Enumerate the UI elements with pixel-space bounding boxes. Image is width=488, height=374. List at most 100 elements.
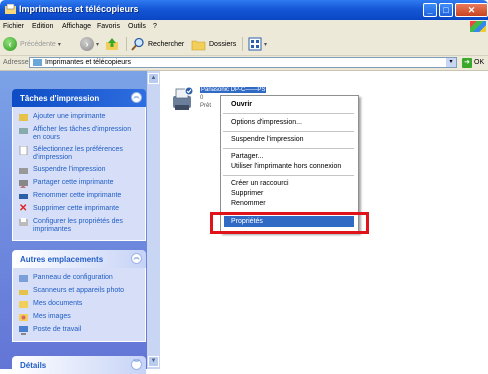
close-button[interactable]: ✕ [455,3,488,17]
delete-icon: ✕ [19,203,28,214]
menu-item-rename[interactable]: Renommer [231,200,266,207]
details-header[interactable]: Détails ︾ [12,356,146,374]
task-add-printer[interactable]: Ajouter une imprimante [13,111,145,124]
share-printer-icon [19,180,28,188]
search-label: Rechercher [148,40,185,48]
highlight-box [210,212,369,234]
preferences-icon [19,146,28,155]
my-computer-icon [19,326,28,335]
folders-button[interactable]: Dossiers [191,36,236,52]
task-pause[interactable]: Suspendre l'impression [13,164,145,177]
menu-separator [223,148,354,149]
task-delete[interactable]: ✕ Supprimer cette imprimante [13,203,145,216]
menu-view[interactable]: Affichage [62,23,91,30]
chevron-down-icon[interactable]: ▾ [58,41,61,48]
menu-help[interactable]: ? [153,23,157,30]
tasks-panel-header[interactable]: Tâches d'impression ︽ [12,89,146,107]
address-label: Adresse [3,59,29,66]
toolbar: ‹ Précédente ▾ › ▾ Rechercher Dossiers ▾ [0,33,488,56]
menu-item-share[interactable]: Partager... [231,153,263,160]
menu-item-pause[interactable]: Suspendre l'impression [231,136,304,143]
go-button[interactable]: OK [474,59,484,66]
task-pane: Tâches d'impression ︽ Ajouter une imprim… [0,71,160,374]
collapse-icon[interactable]: ︽ [131,92,142,103]
views-button[interactable]: ▾ [248,36,267,52]
chevron-down-icon[interactable]: ▾ [264,41,267,48]
task-view-queue[interactable]: Afficher les tâches d'impression en cour… [13,124,145,144]
up-folder-button[interactable] [105,36,119,52]
forward-arrow-icon: › [80,37,94,51]
chevron-down-icon[interactable]: ▾ [96,41,99,48]
other-places-list: Panneau de configuration Scanneurs et ap… [12,268,146,342]
go-arrow-icon[interactable]: ➜ [462,58,472,68]
task-pane-scrollbar[interactable]: ▲ ▼ [147,71,160,369]
printers-folder-icon [33,59,42,66]
menu-separator [223,113,354,114]
back-button[interactable]: ‹ Précédente ▾ [3,36,61,52]
place-control-panel[interactable]: Panneau de configuration [13,272,145,285]
chevron-down-icon[interactable]: ▾ [446,58,456,67]
maximize-button[interactable]: □ [439,3,453,17]
tasks-panel: Tâches d'impression ︽ Ajouter une imprim… [12,89,146,241]
printers-folder-icon [5,4,16,14]
menu-edit[interactable]: Edition [32,23,53,30]
place-my-computer[interactable]: Poste de travail [13,324,145,337]
my-pictures-icon [19,314,28,321]
printer-properties-icon [19,218,28,226]
menu-item-delete[interactable]: Supprimer [231,190,263,197]
scanner-icon [19,290,28,295]
printer-icon[interactable] [170,86,194,114]
forward-button[interactable]: › ▾ [80,36,99,52]
toolbar-separator [126,37,127,51]
print-queue-icon [19,128,28,134]
menu-item-open[interactable]: Ouvrir [231,101,252,108]
window-title: Imprimantes et télécopieurs [19,4,139,14]
tasks-panel-title: Tâches d'impression [20,94,100,103]
address-value: Imprimantes et télécopieurs [45,59,131,66]
back-label: Précédente [20,40,56,48]
rename-icon [19,194,28,199]
address-bar: Adresse Imprimantes et télécopieurs ▾ ➜ … [0,56,488,71]
my-documents-icon [19,301,28,308]
menu-bar: Fichier Edition Affichage Favoris Outils… [0,20,488,34]
place-scanners[interactable]: Scanneurs et appareils photo [13,285,145,298]
task-share[interactable]: Partager cette imprimante [13,177,145,190]
collapse-icon[interactable]: ︽ [131,253,142,264]
pause-printer-icon [19,168,28,174]
back-arrow-icon: ‹ [3,37,17,51]
details-panel: Détails ︾ [12,356,146,374]
printer-job-count: 0 [200,95,204,101]
views-icon [248,37,262,51]
minimize-button[interactable]: _ [423,3,437,17]
scroll-up-icon[interactable]: ▲ [148,73,159,84]
menu-separator [223,175,354,176]
address-field[interactable]: Imprimantes et télécopieurs ▾ [29,57,457,68]
toolbar-separator [242,37,243,51]
task-configure[interactable]: Configurer les propriétés des imprimante… [13,216,145,236]
menu-item-print-options[interactable]: Options d'impression... [231,119,302,126]
task-rename[interactable]: Renommer cette imprimante [13,190,145,203]
printer-name[interactable]: Panasonic DP-C——PS [200,87,267,93]
control-panel-icon [19,275,28,282]
other-places-title: Autres emplacements [20,255,104,264]
task-preferences[interactable]: Sélectionnez les préférences d'impressio… [13,144,145,164]
scroll-down-icon[interactable]: ▼ [148,356,159,367]
search-icon [131,37,144,51]
other-places-header[interactable]: Autres emplacements ︽ [12,250,146,268]
place-my-documents[interactable]: Mes documents [13,298,145,311]
expand-icon[interactable]: ︾ [131,359,142,370]
folders-icon [191,40,206,51]
menu-separator [223,131,354,132]
windows-logo-icon [470,21,486,32]
printer-status: Prêt [200,103,212,109]
menu-tools[interactable]: Outils [128,23,146,30]
search-button[interactable]: Rechercher [131,36,184,52]
folders-label: Dossiers [209,40,237,48]
add-printer-icon [19,114,28,121]
menu-file[interactable]: Fichier [3,23,24,30]
menu-item-offline[interactable]: Utiliser l'imprimante hors connexion [231,163,341,170]
title-bar: Imprimantes et télécopieurs _ □ ✕ [0,0,488,20]
menu-item-create-shortcut[interactable]: Créer un raccourci [231,180,289,187]
menu-favorites[interactable]: Favoris [97,23,120,30]
place-my-pictures[interactable]: Mes images [13,311,145,324]
